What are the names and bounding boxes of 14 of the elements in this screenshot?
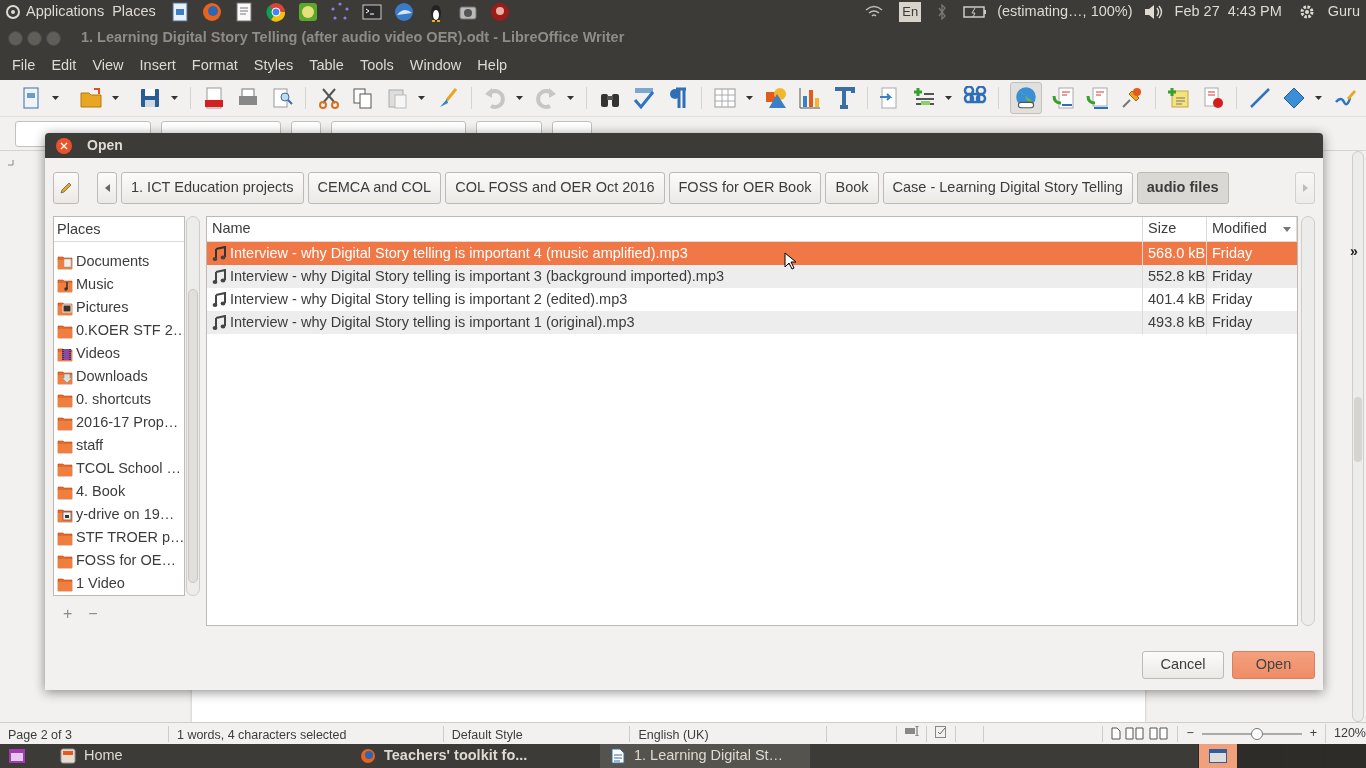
file-date: Friday [1211,266,1254,286]
window-title: 1. Learning Digital Story Telling (after audio video OER).odt - LibreOffice Writer [81,28,625,48]
page-style: Default Style [443,725,631,742]
page-indicator: Page 2 of 3 [0,725,169,742]
selection-info: 1 words, 4 characters selected [168,725,444,742]
language-indicator: English (UK) [630,725,827,742]
file-size: 493.8 kB [1143,311,1207,334]
file-size: 552.8 kB [1143,265,1207,288]
dialog-title: Open [87,136,123,155]
pane-header: Places [54,217,184,242]
file-date: Friday [1211,243,1254,263]
zoom-level: 120% [1325,724,1366,743]
file-date: Friday [1211,312,1254,332]
file-date: Friday [1211,289,1254,309]
